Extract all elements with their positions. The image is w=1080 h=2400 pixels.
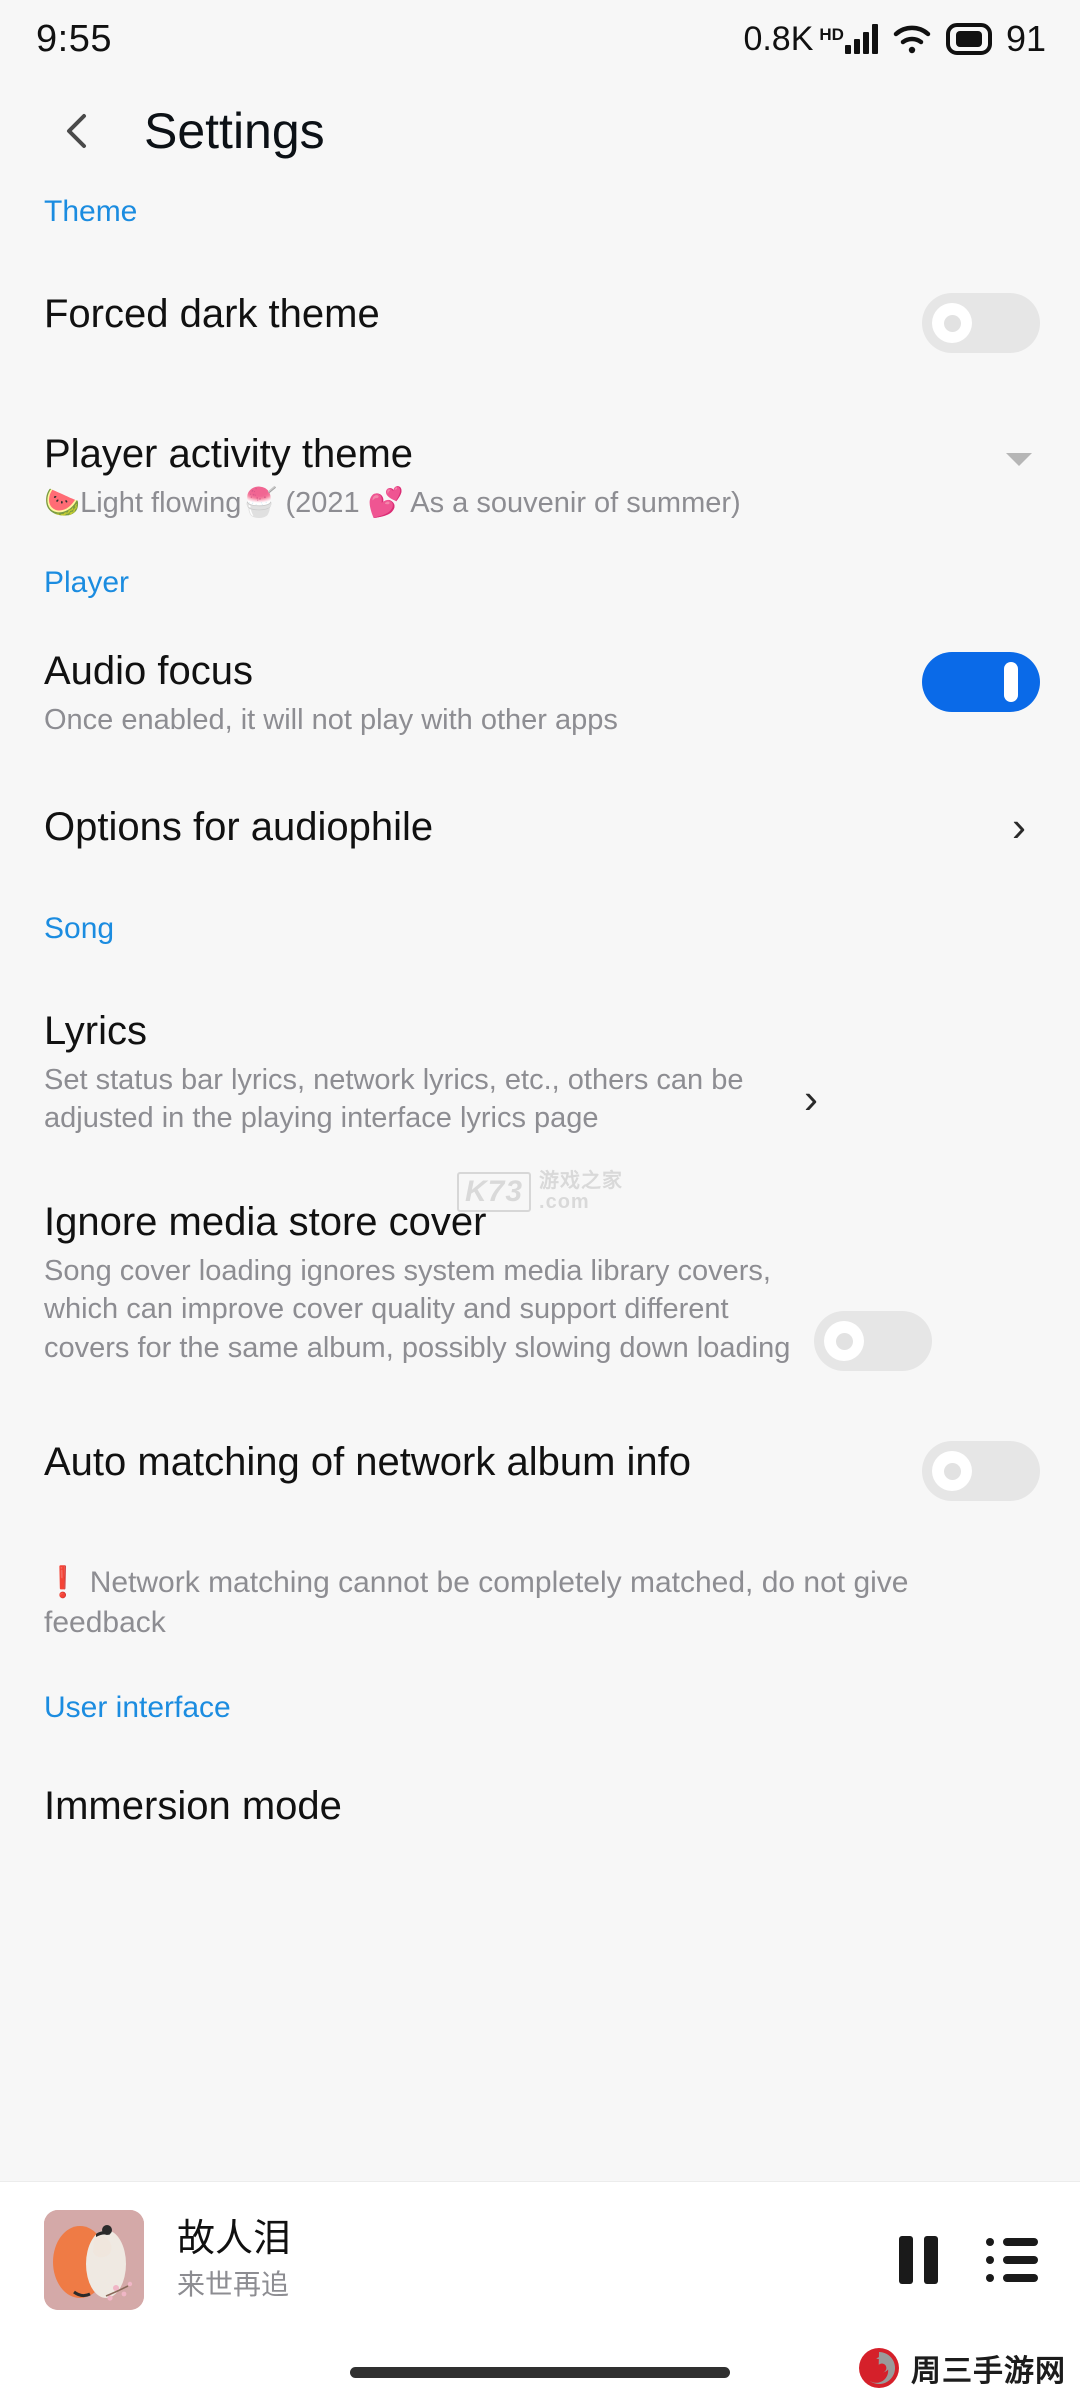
row-audio-focus-title: Audio focus (44, 649, 254, 694)
toggle-auto-matching-network-album-info[interactable] (922, 1441, 1040, 1502)
toggle-knob (932, 303, 972, 343)
battery-icon (945, 23, 992, 55)
section-header-song: Song (44, 911, 115, 945)
page-title: Settings (144, 102, 325, 159)
status-bar-indicators: 0.8K HD 91 (743, 18, 1046, 60)
row-audio-focus[interactable]: Audio focus Once enabled, it will not pl… (0, 648, 1080, 739)
pause-icon[interactable] (899, 2236, 938, 2284)
row-forced-dark-theme[interactable]: Forced dark theme (0, 291, 1080, 353)
system-navigation-bar: 周三手游网 (0, 2338, 1080, 2400)
row-audio-focus-subtitle: Once enabled, it will not play with othe… (44, 704, 618, 737)
signal-bars-icon: HD (819, 24, 878, 54)
back-chevron-icon[interactable] (50, 103, 106, 159)
section-header-user-interface: User interface (44, 1690, 231, 1724)
signal-bars-glyph (844, 24, 878, 54)
row-ignore-media-store-cover-subtitle: Song cover loading ignores system media … (44, 1255, 791, 1364)
row-auto-matching-network-album-info-title: Auto matching of network album info (44, 1440, 692, 1485)
watermark-site: 周三手游网 (857, 2346, 1066, 2390)
toggle-ignore-media-store-cover[interactable] (814, 1311, 932, 1372)
chevron-right-icon[interactable]: › (1012, 805, 1026, 848)
wifi-icon (892, 24, 932, 54)
playlist-queue-icon[interactable] (986, 2238, 1038, 2282)
toggle-knob (1004, 662, 1018, 703)
network-matching-warning: ❗ Network matching cannot be completely … (0, 1563, 1080, 1643)
row-ignore-media-store-cover[interactable]: Ignore media store cover Song cover load… (0, 1199, 1080, 1372)
mini-player[interactable]: 故人泪 来世再追 (0, 2181, 1080, 2338)
row-player-activity-theme-title: Player activity theme (44, 432, 414, 476)
app-bar: Settings (0, 78, 1080, 183)
mini-player-artist: 来世再追 (177, 2269, 290, 2300)
row-lyrics-title: Lyrics (44, 1008, 147, 1053)
toggle-audio-focus[interactable] (922, 652, 1040, 713)
warning-exclamation-icon: ❗ (44, 1566, 82, 1600)
battery-percentage: 91 (1005, 18, 1046, 59)
caret-down-icon[interactable] (1006, 453, 1032, 466)
hd-label: HD (819, 25, 844, 44)
row-immersion-mode[interactable]: Immersion mode (0, 1783, 1080, 1829)
chevron-right-icon[interactable]: › (804, 1077, 818, 1120)
toggle-knob (932, 1451, 972, 1492)
watermark-site-text: 周三手游网 (911, 2355, 1066, 2388)
spiral-logo-icon (859, 2348, 899, 2388)
status-bar: 9:55 0.8K HD 91 (0, 0, 1080, 78)
mini-player-song-title: 故人泪 (177, 2218, 292, 2261)
row-options-for-audiophile[interactable]: Options for audiophile › (0, 804, 1080, 850)
row-auto-matching-network-album-info[interactable]: Auto matching of network album info (0, 1439, 1080, 1502)
network-matching-warning-text: Network matching cannot be completely ma… (44, 1566, 909, 1639)
row-player-activity-theme[interactable]: Player activity theme 🍉Light flowing🍧 (2… (0, 431, 1080, 522)
row-options-for-audiophile-title: Options for audiophile (44, 804, 434, 849)
section-header-player: Player (44, 566, 130, 600)
album-art-thumbnail[interactable] (44, 2210, 144, 2310)
section-header-theme: Theme (44, 195, 138, 228)
row-ignore-media-store-cover-title: Ignore media store cover (44, 1200, 487, 1245)
home-gesture-pill[interactable] (350, 2367, 730, 2378)
mini-player-info[interactable]: 故人泪 来世再追 (177, 2218, 899, 2301)
row-forced-dark-theme-title: Forced dark theme (44, 292, 380, 336)
mini-player-controls (899, 2236, 1038, 2284)
row-immersion-mode-title: Immersion mode (44, 1783, 342, 1828)
network-speed-label: 0.8K (743, 19, 814, 58)
settings-scroll-area[interactable]: K73 游戏之家 .com Theme Forced dark theme Pl… (0, 183, 1080, 2243)
row-lyrics-subtitle: Set status bar lyrics, network lyrics, e… (44, 1063, 744, 1134)
watermark-k73-cn-top: 游戏之家 (539, 1170, 624, 1192)
toggle-knob (824, 1321, 864, 1362)
status-bar-clock: 9:55 (36, 17, 112, 60)
toggle-forced-dark-theme[interactable] (922, 293, 1040, 353)
row-player-activity-theme-subtitle: 🍉Light flowing🍧 (2021 💕 As a souvenir of… (44, 487, 741, 519)
row-lyrics[interactable]: Lyrics Set status bar lyrics, network ly… (0, 1008, 1080, 1138)
